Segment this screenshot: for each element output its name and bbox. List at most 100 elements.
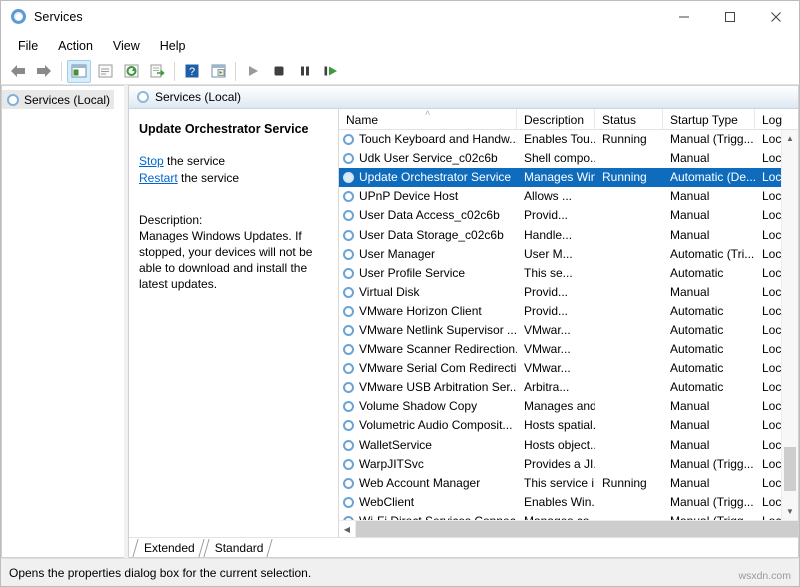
properties-icon[interactable] (93, 60, 117, 83)
cell-status: Running (595, 474, 663, 493)
cell-logon-as: Loc (755, 168, 781, 187)
table-row[interactable]: WebClientEnables Win...Manual (Trigg...L… (339, 493, 781, 512)
description-text: Manages Windows Updates. If stopped, you… (139, 228, 328, 292)
column-header-status[interactable]: Status (595, 109, 663, 130)
cell-logon-as: Loc (755, 359, 781, 378)
table-row[interactable]: VMware Serial Com Redirecti...VMwar...Au… (339, 359, 781, 378)
cell-name: VMware Netlink Supervisor ... (339, 321, 517, 340)
column-header-startup-type[interactable]: Startup Type (663, 109, 755, 130)
table-row[interactable]: Volume Shadow CopyManages and...ManualLo… (339, 397, 781, 416)
restart-service-link[interactable]: Restart (139, 171, 178, 185)
restart-service-icon[interactable] (319, 60, 343, 83)
console-tree-pane: Services (Local) (1, 85, 124, 558)
show-hide-console-tree-icon[interactable] (67, 60, 91, 83)
cell-name: VMware USB Arbitration Ser... (339, 378, 517, 397)
tab-extended[interactable]: Extended (133, 539, 204, 557)
vertical-scrollbar[interactable]: ▲ ▼ (781, 130, 798, 520)
cell-status (595, 397, 663, 416)
table-row[interactable]: Virtual DiskProvid...ManualLoc (339, 283, 781, 302)
pause-service-icon[interactable] (293, 60, 317, 83)
menu-file[interactable]: File (8, 36, 48, 56)
start-service-icon[interactable] (241, 60, 265, 83)
scroll-left-arrow-icon[interactable]: ◀ (339, 521, 356, 537)
table-row[interactable]: User Data Access_c02c6bProvid...ManualLo… (339, 206, 781, 225)
table-row[interactable]: Wi-Fi Direct Services Connec...Manages c… (339, 512, 781, 520)
stop-service-link[interactable]: Stop (139, 154, 164, 168)
table-row[interactable]: WarpJITSvcProvides a JI...Manual (Trigg.… (339, 455, 781, 474)
cell-description: Hosts spatial... (517, 416, 595, 435)
service-name-text: Virtual Disk (359, 283, 419, 302)
close-button[interactable] (753, 1, 799, 33)
cell-description: Enables Win... (517, 493, 595, 512)
cell-startup-type: Automatic (663, 359, 755, 378)
cell-startup-type: Manual (Trigg... (663, 130, 755, 149)
description-label: Description: (139, 212, 328, 228)
tab-standard[interactable]: Standard (204, 539, 273, 557)
tree-node-services-local[interactable]: Services (Local) (2, 90, 114, 109)
cell-status (595, 455, 663, 474)
table-row[interactable]: User Profile ServiceThis se...AutomaticL… (339, 264, 781, 283)
cell-logon-as: Loc (755, 416, 781, 435)
scroll-up-arrow-icon[interactable]: ▲ (782, 130, 798, 147)
horizontal-scrollbar[interactable]: ◀ (339, 520, 798, 537)
cell-status (595, 264, 663, 283)
menu-action[interactable]: Action (48, 36, 103, 56)
cell-startup-type: Manual (663, 416, 755, 435)
cell-status (595, 512, 663, 520)
service-name-text: VMware Horizon Client (359, 302, 482, 321)
cell-logon-as: Loc (755, 474, 781, 493)
cell-name: VMware Serial Com Redirecti... (339, 359, 517, 378)
column-header-description[interactable]: Description (517, 109, 595, 130)
table-row[interactable]: Web Account ManagerThis service i...Runn… (339, 474, 781, 493)
refresh-icon[interactable] (119, 60, 143, 83)
menu-view[interactable]: View (103, 36, 150, 56)
table-row[interactable]: User Data Storage_c02c6bHandle...ManualL… (339, 225, 781, 244)
cell-description: Allows ... (517, 187, 595, 206)
cell-description: Hosts object... (517, 436, 595, 455)
back-arrow-icon[interactable] (6, 60, 30, 83)
table-row[interactable]: UPnP Device HostAllows ...ManualLoc (339, 187, 781, 206)
description-block: Description: Manages Windows Updates. If… (139, 212, 328, 292)
cell-name: User Manager (339, 245, 517, 264)
maximize-button[interactable] (707, 1, 753, 33)
service-name-text: WebClient (359, 493, 414, 512)
table-row[interactable]: VMware Netlink Supervisor ...VMwar...Aut… (339, 321, 781, 340)
vertical-scroll-thumb[interactable] (784, 447, 796, 491)
stop-service-icon[interactable] (267, 60, 291, 83)
table-row[interactable]: VMware USB Arbitration Ser...Arbitra...A… (339, 378, 781, 397)
menu-help[interactable]: Help (150, 36, 196, 56)
service-name-text: VMware Netlink Supervisor ... (359, 321, 517, 340)
service-name-text: User Manager (359, 245, 435, 264)
column-header-logon-as[interactable]: Log (755, 109, 795, 130)
table-row[interactable]: User ManagerUser M...Automatic (Tri...Lo… (339, 245, 781, 264)
status-bar-text: Opens the properties dialog box for the … (9, 566, 311, 580)
table-row[interactable]: VMware Scanner Redirection...VMwar...Aut… (339, 340, 781, 359)
cell-logon-as: Loc (755, 130, 781, 149)
cell-startup-type: Manual (663, 474, 755, 493)
cell-name: Volume Shadow Copy (339, 397, 517, 416)
table-row[interactable]: Update Orchestrator ServiceManages Win..… (339, 168, 781, 187)
column-header-name[interactable]: Name ˄ (339, 109, 517, 130)
table-row[interactable]: Volumetric Audio Composit...Hosts spatia… (339, 416, 781, 435)
table-row[interactable]: Touch Keyboard and Handw...Enables Tou..… (339, 130, 781, 149)
cell-name: Wi-Fi Direct Services Connec... (339, 512, 517, 520)
list-rows: Touch Keyboard and Handw...Enables Tou..… (339, 130, 781, 520)
cell-status (595, 149, 663, 168)
table-row[interactable]: Udk User Service_c02c6bShell compo...Man… (339, 149, 781, 168)
service-name-heading: Update Orchestrator Service (139, 121, 328, 137)
help-icon[interactable]: ? (180, 60, 204, 83)
cell-startup-type: Manual (663, 397, 755, 416)
horizontal-scroll-thumb[interactable] (356, 521, 798, 537)
table-row[interactable]: WalletServiceHosts object...ManualLoc (339, 436, 781, 455)
export-list-icon[interactable] (145, 60, 169, 83)
forward-arrow-icon[interactable] (32, 60, 56, 83)
service-gear-icon (343, 230, 354, 241)
scroll-down-arrow-icon[interactable]: ▼ (782, 503, 798, 520)
cell-startup-type: Manual (663, 149, 755, 168)
cell-name: Volumetric Audio Composit... (339, 416, 517, 435)
toolbar-separator-2 (174, 62, 175, 81)
table-row[interactable]: VMware Horizon ClientProvid...AutomaticL… (339, 302, 781, 321)
minimize-button[interactable] (661, 1, 707, 33)
show-action-pane-icon[interactable] (206, 60, 230, 83)
vertical-scroll-track[interactable] (782, 147, 798, 503)
